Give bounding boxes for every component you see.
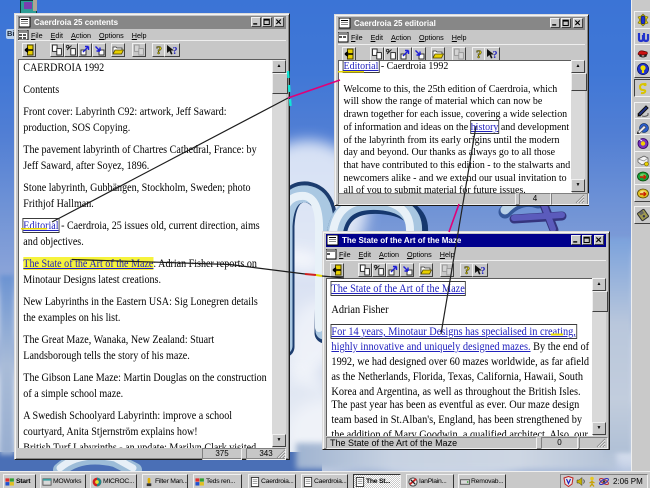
svg-text:?: ? <box>481 266 486 276</box>
svg-text:?: ? <box>476 48 482 60</box>
svg-text:?: ? <box>156 44 162 56</box>
svg-text:?: ? <box>493 50 498 60</box>
svg-text:?: ? <box>173 46 178 56</box>
svg-text:?: ? <box>464 264 470 276</box>
